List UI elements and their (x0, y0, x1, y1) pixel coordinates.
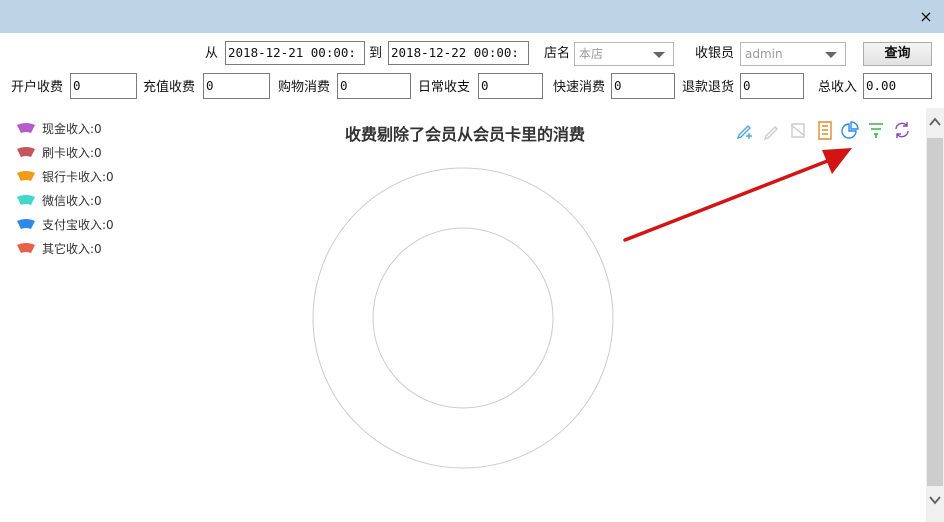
summary-label-total: 总收入 (818, 80, 858, 95)
summary-field-shopping[interactable]: 0 (337, 73, 411, 99)
legend-swatch-icon (17, 147, 35, 157)
legend-swatch-icon (17, 243, 35, 253)
from-label: 从 (205, 46, 219, 61)
close-icon[interactable]: × (918, 8, 934, 26)
cashier-select[interactable]: admin (740, 42, 846, 66)
scrollbar-thumb[interactable] (927, 138, 943, 486)
query-button[interactable]: 查询 (863, 42, 932, 66)
summary-label-quick: 快速消费 (553, 80, 606, 95)
store-select[interactable]: 本店 (574, 42, 674, 66)
summary-field-total[interactable]: 0.00 (863, 73, 932, 99)
chart-title: 收费剔除了会员从会员卡里的消费 (344, 125, 585, 144)
end-date-field[interactable]: 2018-12-22 00:00: (388, 41, 529, 65)
legend-item-bank-card[interactable]: 银行卡收入:0 (16, 167, 114, 191)
store-label: 店名 (544, 46, 571, 61)
legend-item-wechat[interactable]: 微信收入:0 (16, 191, 114, 215)
legend-item-alipay[interactable]: 支付宝收入:0 (16, 215, 114, 239)
summary-label-refund: 退款退货 (682, 80, 735, 95)
summary-field-daily[interactable]: 0 (478, 73, 543, 99)
store-select-value: 本店 (579, 47, 604, 61)
legend-item-label: 微信收入:0 (42, 194, 102, 208)
summary-field-account-fee[interactable]: 0 (70, 73, 137, 99)
scroll-up-icon[interactable] (926, 108, 944, 134)
legend-item-label: 刷卡收入:0 (42, 146, 102, 160)
to-label: 到 (369, 46, 383, 61)
legend-item-label: 银行卡收入:0 (42, 170, 114, 184)
cashier-select-value: admin (745, 47, 783, 61)
chart-legend: 现金收入:0 刷卡收入:0 银行卡收入:0 微信收入:0 支付宝收入:0 其它收… (16, 119, 114, 263)
start-date-field[interactable]: 2018-12-21 00:00: (225, 41, 365, 65)
legend-item-other[interactable]: 其它收入:0 (16, 239, 114, 263)
donut-inner-ring (372, 227, 554, 409)
legend-swatch-icon (17, 123, 35, 133)
summary-field-quick[interactable]: 0 (611, 73, 675, 99)
title-bar: × (0, 0, 944, 33)
donut-outer-ring (312, 167, 614, 469)
chevron-down-icon (653, 52, 665, 58)
vertical-scrollbar[interactable] (926, 108, 944, 522)
pie-chart (312, 167, 614, 469)
scroll-down-icon[interactable] (926, 488, 944, 514)
summary-label-shopping: 购物消费 (278, 80, 331, 95)
legend-item-label: 支付宝收入:0 (42, 218, 114, 232)
chevron-down-icon (825, 52, 837, 58)
summary-field-refund[interactable]: 0 (740, 73, 804, 99)
summary-field-recharge-fee[interactable]: 0 (203, 73, 270, 99)
summary-label-account-fee: 开户收费 (11, 80, 64, 95)
legend-swatch-icon (17, 219, 35, 229)
legend-swatch-icon (17, 171, 35, 181)
legend-item-cash[interactable]: 现金收入:0 (16, 119, 114, 143)
legend-item-label: 其它收入:0 (42, 242, 102, 256)
annotation-arrow (623, 148, 852, 242)
summary-label-recharge-fee: 充值收费 (143, 80, 196, 95)
refresh-icon[interactable] (892, 120, 912, 140)
legend-swatch-icon (17, 195, 35, 205)
legend-item-card[interactable]: 刷卡收入:0 (16, 143, 114, 167)
cashier-label: 收银员 (695, 46, 735, 61)
summary-label-daily: 日常收支 (418, 80, 471, 95)
legend-item-label: 现金收入:0 (42, 122, 102, 136)
